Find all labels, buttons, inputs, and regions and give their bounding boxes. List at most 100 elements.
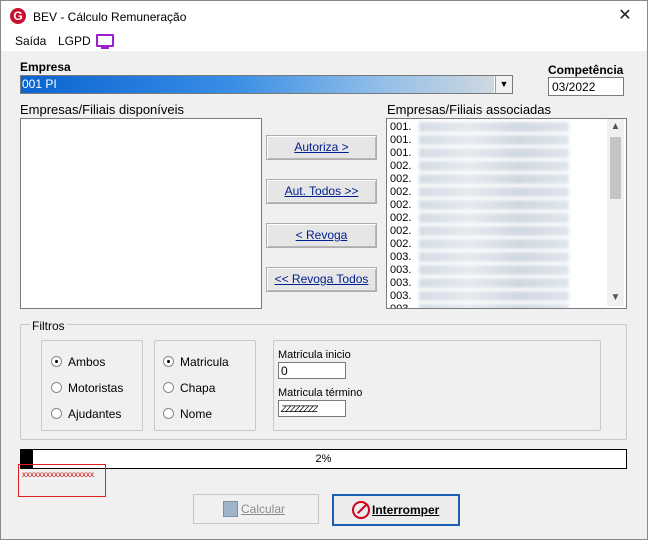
radio-nome-label: Nome — [180, 407, 213, 421]
menu-item-saida[interactable]: Saída — [15, 34, 46, 48]
list-item[interactable]: 002. — [390, 173, 570, 186]
list-item-code: 003. — [390, 303, 412, 309]
radio-ambos-dot — [51, 356, 62, 367]
matricula-inicio-label: Matricula inicio — [278, 349, 351, 361]
progress-text: 2% — [315, 453, 332, 465]
competencia-label: Competência — [548, 63, 624, 77]
revoga-todos-button[interactable]: << Revoga Todos — [266, 267, 377, 292]
list-item-redacted-name — [419, 265, 570, 276]
calcular-button-label: Calcular — [241, 502, 286, 516]
list-item-code: 002. — [390, 199, 412, 211]
list-item-redacted-name — [419, 135, 570, 146]
list-item-code: 003. — [390, 264, 412, 276]
scroll-thumb[interactable] — [610, 137, 621, 199]
associated-list-scrollbar[interactable]: ▲ ▼ — [607, 119, 624, 306]
list-item-code: 001. — [390, 121, 412, 133]
close-button[interactable]: ✕ — [613, 5, 637, 27]
interromper-button-label: Interromper — [372, 503, 440, 517]
competencia-input[interactable]: 03/2022 — [548, 77, 624, 96]
list-item-code: 002. — [390, 238, 412, 250]
progress-bar: 2% — [20, 449, 627, 469]
list-item[interactable]: 003. — [390, 303, 570, 309]
empresa-select[interactable]: 001 PI ▼ — [20, 75, 513, 94]
list-item[interactable]: 002. — [390, 225, 570, 238]
list-item[interactable]: 003. — [390, 277, 570, 290]
radio-ajudantes-label: Ajudantes — [68, 407, 122, 421]
list-item-code: 002. — [390, 186, 412, 198]
radio-motoristas-dot — [51, 382, 62, 393]
radio-matricula-dot — [163, 356, 174, 367]
list-item-redacted-name — [419, 278, 570, 289]
list-item-code: 002. — [390, 173, 412, 185]
matricula-termino-label: Matricula término — [278, 387, 363, 399]
aut-todos-button[interactable]: Aut. Todos >> — [266, 179, 377, 204]
aut-todos-button-label: Aut. Todos >> — [284, 184, 359, 198]
calcular-button[interactable]: Calcular — [193, 494, 319, 524]
monitor-icon[interactable] — [96, 34, 114, 47]
list-item-redacted-name — [419, 291, 570, 302]
radio-chapa-label: Chapa — [180, 381, 216, 395]
title-bar: G BEV - Cálculo Remuneração ✕ — [1, 1, 647, 31]
list-item-code: 002. — [390, 160, 412, 172]
associated-list[interactable]: 001. 001. 001. 002. 002. 002. 002. 002. 002. 002.… — [386, 118, 627, 309]
list-item-redacted-name — [419, 226, 570, 237]
associated-list-label: Empresas/Filiais associadas — [387, 102, 552, 117]
menu-item-lgpd[interactable]: LGPD — [58, 34, 91, 48]
revoga-button[interactable]: < Revoga — [266, 223, 377, 248]
radio-matricula-label: Matricula — [180, 355, 229, 369]
revoga-todos-button-label: << Revoga Todos — [274, 272, 369, 286]
scroll-up-icon[interactable]: ▲ — [607, 119, 624, 135]
list-item-redacted-name — [419, 304, 570, 308]
list-item[interactable]: 002. — [390, 212, 570, 225]
list-item[interactable]: 003. — [390, 264, 570, 277]
list-item-code: 001. — [390, 147, 412, 159]
radio-chapa-dot — [163, 382, 174, 393]
list-item[interactable]: 001. — [390, 121, 570, 134]
autoriza-button[interactable]: Autoriza > — [266, 135, 377, 160]
list-item-redacted-name — [419, 187, 570, 198]
status-highlight-box — [18, 464, 106, 497]
list-item[interactable]: 002. — [390, 238, 570, 251]
matricula-termino-input[interactable]: ZZZZZZZZ — [278, 400, 346, 417]
empresa-label: Empresa — [20, 60, 71, 74]
list-item-redacted-name — [419, 122, 570, 133]
main-window: G BEV - Cálculo Remuneração ✕ Saída LGPD… — [0, 0, 648, 540]
save-icon — [223, 501, 238, 517]
app-logo-icon: G — [10, 8, 26, 24]
list-item[interactable]: 002. — [390, 199, 570, 212]
list-item-code: 003. — [390, 290, 412, 302]
list-item[interactable]: 001. — [390, 147, 570, 160]
list-item[interactable]: 003. — [390, 251, 570, 264]
list-item[interactable]: 002. — [390, 160, 570, 173]
revoga-button-label: < Revoga — [295, 228, 348, 242]
list-item-redacted-name — [419, 252, 570, 263]
interromper-button[interactable]: Interromper — [332, 494, 460, 526]
list-item[interactable]: 001. — [390, 134, 570, 147]
list-item-redacted-name — [419, 161, 570, 172]
list-item-code: 002. — [390, 212, 412, 224]
chevron-down-icon[interactable]: ▼ — [495, 76, 512, 93]
radio-nome-dot — [163, 408, 174, 419]
list-item-redacted-name — [419, 174, 570, 185]
status-text: xxxxxxxxxxxxxxxxxx — [22, 470, 94, 479]
matricula-inicio-input[interactable]: 0 — [278, 362, 346, 379]
scroll-down-icon[interactable]: ▼ — [607, 290, 624, 306]
radio-ajudantes-dot — [51, 408, 62, 419]
available-list[interactable] — [20, 118, 262, 309]
list-item-redacted-name — [419, 148, 570, 159]
list-item-code: 001. — [390, 134, 412, 146]
list-item-code: 003. — [390, 251, 412, 263]
window-title: BEV - Cálculo Remuneração — [33, 10, 187, 24]
list-item-redacted-name — [419, 239, 570, 250]
available-list-label: Empresas/Filiais disponíveis — [20, 102, 185, 117]
list-item-code: 003. — [390, 277, 412, 289]
radio-ambos-label: Ambos — [68, 355, 106, 369]
autoriza-button-label: Autoriza > — [294, 140, 349, 154]
list-item-redacted-name — [419, 213, 570, 224]
monitor-stand-icon — [101, 47, 109, 49]
list-item[interactable]: 003. — [390, 290, 570, 303]
list-item[interactable]: 002. — [390, 186, 570, 199]
list-item-code: 002. — [390, 225, 412, 237]
list-item-redacted-name — [419, 200, 570, 211]
radio-motoristas-label: Motoristas — [68, 381, 124, 395]
